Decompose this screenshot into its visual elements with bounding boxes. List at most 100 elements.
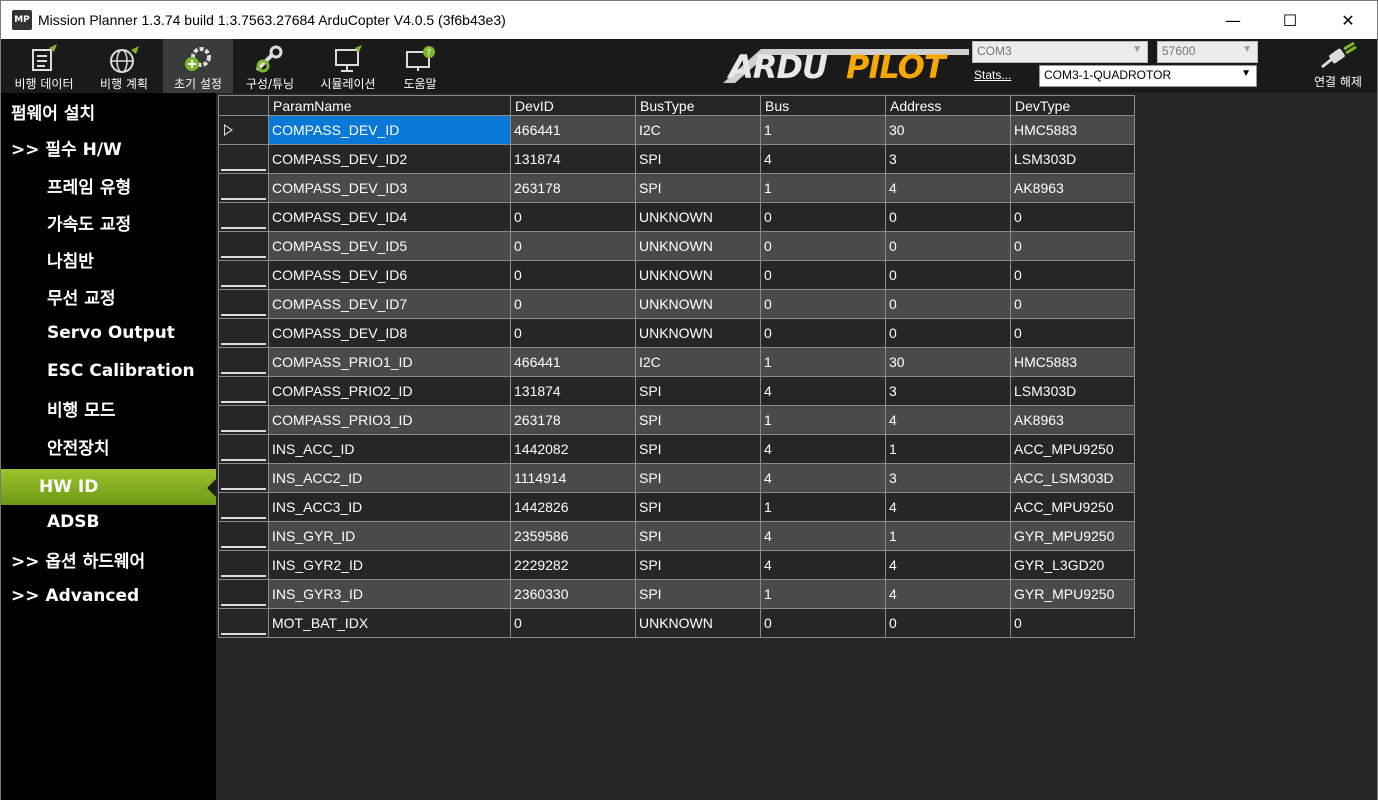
grid-cell-address[interactable]: 3 <box>885 463 1011 493</box>
table-row[interactable]: COMPASS_DEV_ID6 0 UNKNOWN 0 0 0 <box>218 260 1135 290</box>
column-header[interactable]: ParamName <box>268 95 511 116</box>
grid-cell-bus[interactable]: 1 <box>760 492 886 522</box>
sidebar-item[interactable]: 안전장치 <box>1 428 216 464</box>
grid-cell-bustype[interactable]: I2C <box>635 347 761 377</box>
grid-cell-bustype[interactable]: UNKNOWN <box>635 608 761 638</box>
column-header[interactable]: Address <box>885 95 1011 116</box>
grid-cell-bustype[interactable]: UNKNOWN <box>635 289 761 319</box>
grid-cell-bus[interactable]: 1 <box>760 405 886 435</box>
toolbar-config-tuning[interactable]: 구성/튜닝 <box>237 39 303 93</box>
grid-cell-address[interactable]: 30 <box>885 115 1011 145</box>
grid-cell-bus[interactable]: 1 <box>760 347 886 377</box>
grid-cell-devid[interactable]: 0 <box>510 202 636 232</box>
grid-cell-address[interactable]: 0 <box>885 608 1011 638</box>
grid-cell-bus[interactable]: 0 <box>760 231 886 261</box>
grid-cell-devid[interactable]: 2360330 <box>510 579 636 609</box>
grid-cell-bus[interactable]: 0 <box>760 260 886 290</box>
grid-cell-devtype[interactable]: 0 <box>1010 260 1135 290</box>
grid-cell-address[interactable]: 4 <box>885 492 1011 522</box>
grid-cell-devid[interactable]: 0 <box>510 231 636 261</box>
table-row[interactable]: INS_ACC2_ID 1114914 SPI 4 3 ACC_LSM303D <box>218 463 1135 493</box>
grid-cell-address[interactable]: 3 <box>885 376 1011 406</box>
grid-cell-devtype[interactable]: 0 <box>1010 202 1135 232</box>
sidebar-item[interactable]: 펌웨어 설치 <box>1 93 216 129</box>
grid-cell-paramname[interactable]: COMPASS_DEV_ID7 <box>268 289 511 319</box>
grid-cell-devtype[interactable]: AK8963 <box>1010 405 1135 435</box>
grid-cell-devtype[interactable]: ACC_MPU9250 <box>1010 434 1135 464</box>
sidebar-item[interactable]: ESC Calibration <box>1 353 216 389</box>
grid-cell-bus[interactable]: 0 <box>760 608 886 638</box>
grid-cell-paramname[interactable]: COMPASS_DEV_ID3 <box>268 173 511 203</box>
grid-cell-bustype[interactable]: SPI <box>635 405 761 435</box>
sidebar-item[interactable]: HW ID <box>1 469 216 505</box>
sidebar-item[interactable]: ADSB <box>1 504 216 540</box>
grid-cell-address[interactable]: 3 <box>885 144 1011 174</box>
column-header[interactable]: DevType <box>1010 95 1135 116</box>
row-header[interactable] <box>218 579 269 609</box>
grid-cell-paramname[interactable]: INS_ACC2_ID <box>268 463 511 493</box>
grid-cell-devtype[interactable]: LSM303D <box>1010 144 1135 174</box>
row-header[interactable] <box>218 115 269 145</box>
grid-cell-paramname[interactable]: COMPASS_DEV_ID <box>268 115 511 145</box>
grid-cell-bus[interactable]: 4 <box>760 521 886 551</box>
row-header[interactable] <box>218 608 269 638</box>
table-row[interactable]: COMPASS_DEV_ID2 131874 SPI 4 3 LSM303D <box>218 144 1135 174</box>
row-header[interactable] <box>218 376 269 406</box>
row-header[interactable] <box>218 405 269 435</box>
row-header[interactable] <box>218 202 269 232</box>
grid-cell-address[interactable]: 0 <box>885 231 1011 261</box>
grid-cell-paramname[interactable]: COMPASS_DEV_ID2 <box>268 144 511 174</box>
grid-cell-devtype[interactable]: 0 <box>1010 608 1135 638</box>
grid-cell-bustype[interactable]: I2C <box>635 115 761 145</box>
grid-cell-paramname[interactable]: COMPASS_DEV_ID8 <box>268 318 511 348</box>
grid-cell-bus[interactable]: 0 <box>760 318 886 348</box>
grid-cell-bustype[interactable]: SPI <box>635 550 761 580</box>
grid-cell-bus[interactable]: 0 <box>760 289 886 319</box>
grid-cell-bustype[interactable]: UNKNOWN <box>635 231 761 261</box>
grid-cell-devtype[interactable]: HMC5883 <box>1010 115 1135 145</box>
grid-cell-devid[interactable]: 1442082 <box>510 434 636 464</box>
row-header[interactable] <box>218 318 269 348</box>
grid-cell-devtype[interactable]: AK8963 <box>1010 173 1135 203</box>
grid-cell-devid[interactable]: 263178 <box>510 173 636 203</box>
table-row[interactable]: COMPASS_DEV_ID3 263178 SPI 1 4 AK8963 <box>218 173 1135 203</box>
sidebar-item[interactable]: 비행 모드 <box>1 390 216 426</box>
grid-cell-devtype[interactable]: 0 <box>1010 231 1135 261</box>
grid-cell-devid[interactable]: 1442826 <box>510 492 636 522</box>
grid-cell-bus[interactable]: 4 <box>760 434 886 464</box>
toolbar-flight-plan[interactable]: 비행 계획 <box>89 39 159 93</box>
grid-cell-bustype[interactable]: UNKNOWN <box>635 318 761 348</box>
grid-cell-paramname[interactable]: COMPASS_DEV_ID6 <box>268 260 511 290</box>
grid-cell-bus[interactable]: 0 <box>760 202 886 232</box>
maximize-button[interactable]: ☐ <box>1261 1 1319 39</box>
grid-cell-paramname[interactable]: INS_GYR2_ID <box>268 550 511 580</box>
table-row[interactable]: INS_GYR3_ID 2360330 SPI 1 4 GYR_MPU9250 <box>218 579 1135 609</box>
sidebar-item[interactable]: >> Advanced <box>1 578 216 614</box>
grid-cell-address[interactable]: 0 <box>885 318 1011 348</box>
grid-cell-devtype[interactable]: ACC_MPU9250 <box>1010 492 1135 522</box>
grid-cell-paramname[interactable]: INS_GYR3_ID <box>268 579 511 609</box>
grid-cell-devid[interactable]: 2359586 <box>510 521 636 551</box>
grid-cell-devtype[interactable]: ACC_LSM303D <box>1010 463 1135 493</box>
grid-cell-bus[interactable]: 4 <box>760 463 886 493</box>
grid-cell-paramname[interactable]: COMPASS_DEV_ID5 <box>268 231 511 261</box>
row-header[interactable] <box>218 173 269 203</box>
grid-cell-bustype[interactable]: SPI <box>635 579 761 609</box>
row-header[interactable] <box>218 434 269 464</box>
row-header[interactable] <box>218 231 269 261</box>
grid-cell-devid[interactable]: 263178 <box>510 405 636 435</box>
grid-cell-bustype[interactable]: SPI <box>635 376 761 406</box>
grid-cell-paramname[interactable]: COMPASS_PRIO3_ID <box>268 405 511 435</box>
grid-cell-devtype[interactable]: HMC5883 <box>1010 347 1135 377</box>
column-header[interactable]: DevID <box>510 95 636 116</box>
table-row[interactable]: COMPASS_PRIO2_ID 131874 SPI 4 3 LSM303D <box>218 376 1135 406</box>
toolbar-initial-setup[interactable]: 초기 설정 <box>163 39 233 93</box>
grid-cell-bus[interactable]: 4 <box>760 144 886 174</box>
grid-cell-bus[interactable]: 4 <box>760 376 886 406</box>
row-header[interactable] <box>218 144 269 174</box>
row-header[interactable] <box>218 550 269 580</box>
grid-cell-bus[interactable]: 1 <box>760 579 886 609</box>
table-row[interactable]: COMPASS_PRIO1_ID 466441 I2C 1 30 HMC5883 <box>218 347 1135 377</box>
grid-cell-bustype[interactable]: UNKNOWN <box>635 202 761 232</box>
grid-cell-address[interactable]: 4 <box>885 550 1011 580</box>
